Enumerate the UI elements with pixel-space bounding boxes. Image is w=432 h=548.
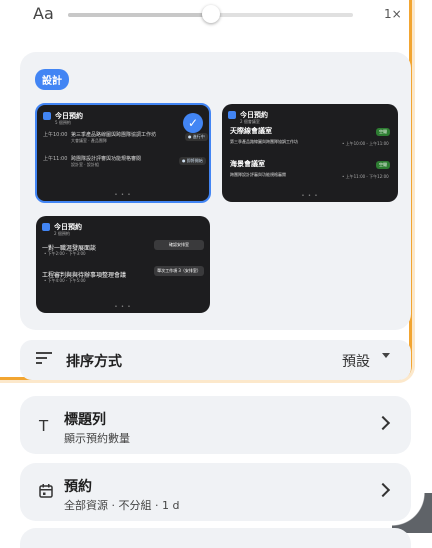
room-event: 第三季產品路線圖與跨團隊協調工作坊 [230, 139, 298, 144]
thumb-subtitle: 2 個預約 [54, 231, 70, 236]
thumb-time: 上午10:00 [43, 132, 68, 138]
menu-item-header-bar[interactable]: T 標題列 顯示預約數量 [20, 396, 411, 454]
page-dots: • • • [114, 192, 132, 198]
menu-item-next[interactable] [20, 528, 411, 548]
menu-subtitle: 全部資源 · 不分組 · 1 d [64, 499, 180, 512]
menu-item-bookings[interactable]: 預約 全部資源 · 不分組 · 1 d [20, 463, 411, 521]
font-size-label: Aa [33, 4, 54, 23]
chevron-down-icon[interactable] [382, 353, 390, 358]
settings-panel: Aa 1× 設計 今日預約 5 個預約 上午10:00 第三季產品路線圖與跨團隊… [0, 0, 412, 380]
design-chip[interactable]: 設計 [35, 69, 69, 90]
text-icon: T [39, 417, 49, 435]
menu-subtitle: 顯示預約數量 [64, 432, 130, 445]
thumb-action: 單次工作項 3（安排室） [154, 266, 204, 276]
thumb-meta: 大會議室 · 產品團隊 [71, 138, 107, 143]
room-status: 空閒 [376, 161, 390, 169]
page-dots: • • • [301, 193, 319, 199]
thumb-time: 上午11:00 [43, 156, 68, 162]
room-time: • 上午11:00 - 下午12:00 [342, 174, 389, 179]
room-event: 跨團隊設計評審與功能規格審閱 [230, 172, 286, 177]
layout-group: 設計 今日預約 5 個預約 上午10:00 第三季產品路線圖與跨團隊協調工作坊 … [20, 52, 411, 330]
thumb-tag: ● 進行中 [185, 133, 208, 141]
thumb-meta: • 下午2:00 - 下午3:00 [44, 251, 86, 256]
calendar-icon [43, 112, 51, 120]
room-time: • 上午10:00 - 上午11:00 [342, 141, 389, 146]
layout-option-3[interactable]: 今日預約 2 個預約 一對一職涯發展面談 • 下午2:00 - 下午3:00 確… [36, 216, 210, 313]
zoom-value: 1× [384, 7, 402, 21]
thumb-subtitle: 2 個會議室 [240, 119, 260, 124]
font-size-slider[interactable] [68, 5, 353, 23]
thumb-meta: 設計室 · 設計組 [71, 162, 99, 167]
calendar-icon [39, 484, 53, 502]
thumb-tag: ● 即將開始 [179, 157, 206, 165]
check-icon: ✓ [183, 113, 203, 133]
room-name: 天際線會議室 [230, 127, 272, 135]
sort-row[interactable]: 排序方式 預設 [20, 340, 411, 380]
slider-fill [68, 13, 211, 17]
thumb-event: 第三季產品路線圖與跨團隊協調工作坊 [71, 132, 157, 138]
chevron-right-icon [375, 415, 391, 431]
slider-thumb[interactable] [201, 5, 220, 23]
sort-icon [36, 352, 52, 368]
sort-label: 排序方式 [66, 354, 122, 370]
layout-option-2[interactable]: 今日預約 2 個會議室 天際線會議室 空閒 第三季產品路線圖與跨團隊協調工作坊 … [222, 104, 398, 202]
thumb-event: 跨團隊設計評審與功能規格審閱 [71, 156, 142, 162]
thumb-meta: • 下午4:00 - 下午5:00 [44, 278, 86, 283]
layout-option-1[interactable]: 今日預約 5 個預約 上午10:00 第三季產品路線圖與跨團隊協調工作坊 大會議… [35, 103, 211, 203]
room-status: 空閒 [376, 128, 390, 136]
calendar-icon [42, 223, 50, 231]
menu-title: 預約 [64, 479, 92, 495]
calendar-icon [228, 111, 236, 119]
chevron-right-icon [375, 482, 391, 498]
menu-title: 標題列 [64, 412, 106, 428]
page-dots: • • • [114, 304, 132, 310]
thumb-action: 確認安排室 [154, 240, 204, 250]
thumb-subtitle: 5 個預約 [55, 120, 71, 125]
room-name: 海景會議室 [230, 160, 265, 168]
font-size-row: Aa 1× [0, 0, 412, 32]
sort-value[interactable]: 預設 [342, 351, 370, 371]
